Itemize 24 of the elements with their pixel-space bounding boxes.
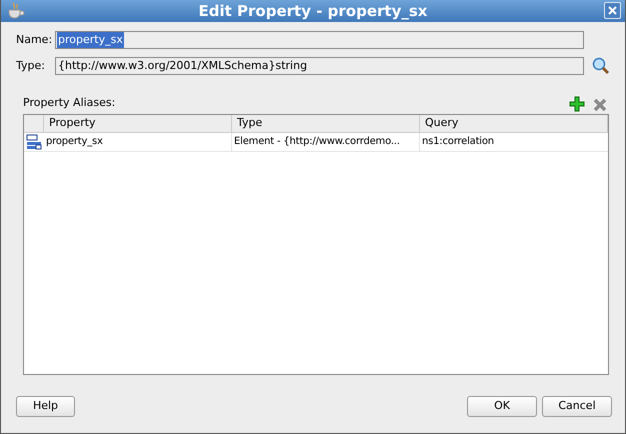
table-cell-text: ns1:correlation — [421, 135, 495, 149]
name-field[interactable]: property_sx — [55, 31, 584, 49]
search-icon[interactable] — [592, 57, 610, 75]
close-button[interactable] — [604, 2, 621, 19]
type-label: Type: — [16, 58, 46, 74]
column-header[interactable]: Type — [232, 114, 420, 132]
table-cell: Element - {http://www.corrdemo... — [232, 132, 420, 150]
window-title: Edit Property - property_sx — [198, 0, 428, 22]
delete-icon[interactable] — [593, 98, 607, 112]
table-cell: property_sx — [44, 132, 232, 150]
type-field[interactable]: {http://www.w3.org/2001/XMLSchema}string — [55, 57, 584, 75]
cup-icon — [7, 2, 25, 19]
column-header[interactable]: Property — [44, 114, 232, 132]
name-value: property_sx — [57, 32, 124, 48]
name-label: Name: — [16, 32, 54, 48]
cancel-button[interactable]: Cancel — [542, 396, 612, 416]
element-icon — [26, 134, 42, 150]
add-icon[interactable] — [569, 96, 585, 112]
ok-button[interactable]: OK — [467, 396, 537, 416]
help-button[interactable]: Help — [16, 396, 75, 416]
close-icon — [608, 6, 617, 15]
column-header[interactable]: Query — [420, 114, 608, 132]
type-value: {http://www.w3.org/2001/XMLSchema}string — [58, 58, 308, 74]
aliases-label: Property Aliases: — [23, 95, 116, 111]
